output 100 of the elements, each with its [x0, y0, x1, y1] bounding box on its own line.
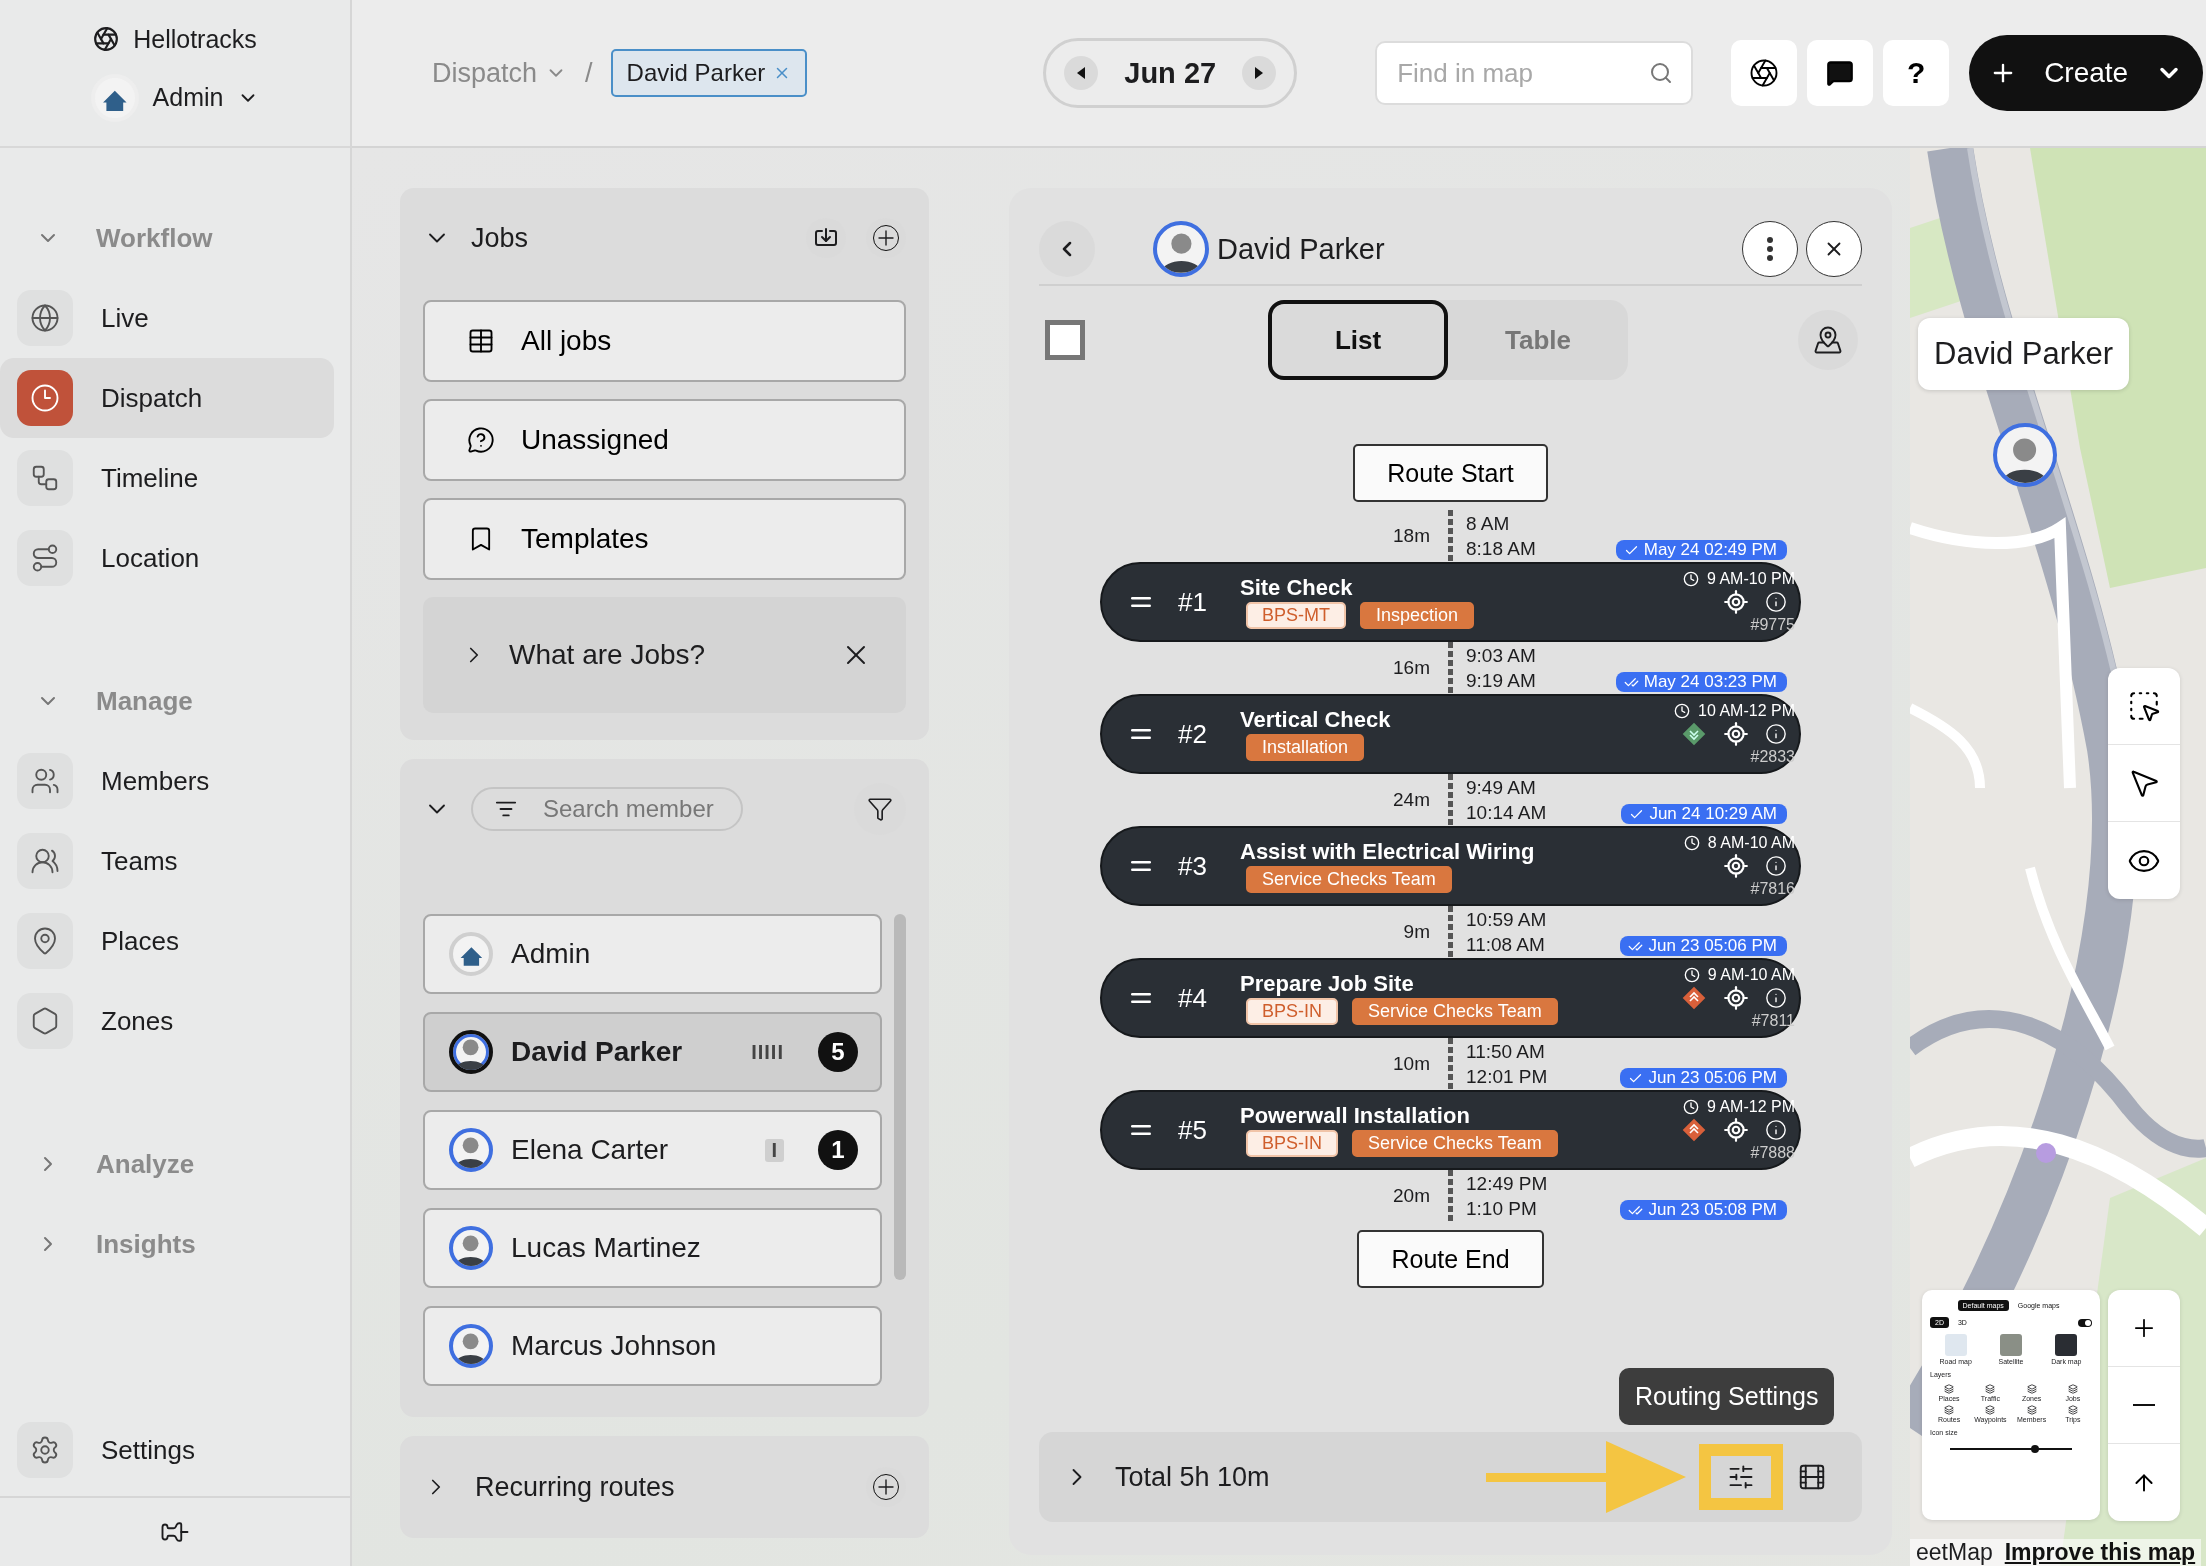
account-name[interactable]: Admin	[152, 83, 224, 112]
globe-icon	[30, 303, 60, 333]
help-text: What are Jobs?	[509, 639, 707, 671]
aperture-icon	[1749, 58, 1780, 88]
route-start-button[interactable]: Route Start	[1353, 444, 1548, 502]
nav-item[interactable]: Settings	[0, 1410, 334, 1490]
breadcrumb-separator: /	[585, 57, 593, 89]
travel-duration: 18m	[1392, 525, 1431, 547]
depart-time: 12:49 PM	[1466, 1171, 1548, 1196]
slider-thumb[interactable]	[2031, 1445, 2040, 1453]
member-card[interactable]: Elena Carter I 1	[423, 1110, 882, 1190]
date-label[interactable]: Jun 27	[1124, 56, 1217, 90]
job-title: Assist with Electrical Wiring	[1240, 839, 1536, 865]
job-card[interactable]: #2 Vertical Check Installation 10 AM-12 PM #2833	[1100, 694, 1801, 774]
job-bars: IIIII	[751, 1040, 784, 1064]
toggle[interactable]	[2078, 1318, 2092, 1327]
layer-icon[interactable]	[2026, 1405, 2037, 1415]
travel-duration: 9m	[1402, 921, 1431, 943]
nav-item[interactable]: Dispatch	[0, 358, 334, 438]
locate-icon[interactable]	[1723, 589, 1749, 615]
time-window: 9 AM-10 AM	[1707, 966, 1795, 984]
view-tab[interactable]: List	[1268, 300, 1448, 380]
clock-icon	[30, 383, 60, 413]
arrive-time: 11:08 AM	[1466, 932, 1545, 957]
jobs-link[interactable]: Unassigned	[423, 399, 906, 481]
clock-icon	[1683, 835, 1700, 851]
style-thumbnail[interactable]	[2055, 1334, 2078, 1356]
style-thumbnail[interactable]	[1944, 1334, 1967, 1356]
sliders-icon[interactable]	[1727, 1463, 1755, 1491]
previous-day-button[interactable]	[1064, 56, 1099, 90]
travel-duration: 20m	[1392, 1185, 1431, 1207]
style-thumbnail[interactable]	[2000, 1334, 2022, 1356]
film-icon[interactable]	[1797, 1462, 1827, 1492]
member-name: Marcus Johnson	[511, 1330, 718, 1362]
job-id: #7811	[1751, 1012, 1795, 1030]
member-card[interactable]: Admin	[423, 914, 882, 994]
nav-item[interactable]: Location	[0, 518, 334, 598]
job-card[interactable]: #1 Site Check BPS-MT Inspection 9 AM-10 PM #9775	[1100, 562, 1801, 642]
zone-icon	[30, 1006, 60, 1036]
scrollbar[interactable]	[894, 914, 906, 1280]
layer-icon[interactable]	[2067, 1384, 2078, 1394]
recurring-routes-panel[interactable]: Recurring routes	[400, 1436, 929, 1538]
chat-button[interactable]	[1807, 40, 1874, 106]
map-pin-label: David Parker	[1918, 318, 2130, 390]
next-day-button[interactable]	[1242, 56, 1277, 90]
member-name: Lucas Martinez	[511, 1232, 702, 1264]
question-icon	[467, 426, 495, 454]
more-button[interactable]	[1742, 221, 1798, 277]
job-number: #1	[1178, 586, 1208, 618]
layer-icon[interactable]	[1944, 1405, 1955, 1415]
job-id: #2833	[1750, 748, 1795, 766]
layer-icon[interactable]	[2026, 1384, 2037, 1394]
job-count: 5	[818, 1032, 858, 1072]
locate-icon[interactable]	[1723, 721, 1749, 747]
member-card[interactable]: David Parker IIIII 5	[423, 1012, 882, 1092]
member-card[interactable]: Marcus Johnson	[423, 1306, 882, 1386]
nav-item[interactable]: Members	[0, 741, 334, 821]
job-title: Site Check	[1240, 575, 1354, 601]
create-button[interactable]: Create	[1969, 35, 2204, 111]
close-button[interactable]	[1806, 221, 1862, 277]
job-card[interactable]: #4 Prepare Job Site BPS-IN Service Checks Team 9 AM-10 AM #7811	[1100, 958, 1801, 1038]
clock-icon	[1683, 967, 1700, 983]
member-card[interactable]: Lucas Martinez	[423, 1208, 882, 1288]
route-end-button[interactable]: Route End	[1357, 1230, 1544, 1288]
select-all-checkbox[interactable]	[1045, 320, 1085, 360]
info-icon[interactable]	[1765, 987, 1787, 1009]
info-icon[interactable]	[1765, 1119, 1787, 1141]
nav-item[interactable]: Timeline	[0, 438, 334, 518]
assistant-button[interactable]	[1731, 40, 1798, 106]
job-card[interactable]: #3 Assist with Electrical Wiring Service Checks Team 8 AM-10 AM #7816	[1100, 826, 1801, 906]
jobs-link[interactable]: Templates	[423, 498, 906, 580]
info-icon[interactable]	[1765, 591, 1787, 613]
job-id: #7816	[1750, 880, 1795, 898]
completion-stamp: May 24 03:23 PM	[1615, 672, 1787, 692]
time-window: 9 AM-12 PM	[1706, 1098, 1795, 1116]
help-card[interactable]: What are Jobs?	[423, 597, 906, 713]
funnel-icon	[867, 796, 893, 822]
jobs-link[interactable]: All jobs	[423, 300, 906, 382]
nav-item[interactable]: Places	[0, 901, 334, 981]
layer-icon[interactable]	[1944, 1384, 1955, 1394]
help-button[interactable]: ?	[1883, 40, 1950, 106]
info-icon[interactable]	[1765, 855, 1787, 877]
nav-item[interactable]: Zones	[0, 981, 334, 1061]
job-count: 1	[818, 1130, 858, 1170]
layer-icon[interactable]	[2067, 1405, 2078, 1415]
depart-time: 11:50 AM	[1466, 1039, 1545, 1064]
nav-item[interactable]: Live	[0, 278, 334, 358]
member-chip[interactable]: David Parker	[610, 49, 808, 97]
job-number: #3	[1178, 850, 1208, 882]
info-icon[interactable]	[1765, 723, 1787, 745]
locate-icon[interactable]	[1723, 1117, 1749, 1143]
improve-map-link[interactable]: Improve this map	[2004, 1539, 2196, 1566]
nav-item[interactable]: Teams	[0, 821, 334, 901]
job-card[interactable]: #5 Powerwall Installation BPS-IN Service Checks Team 9 AM-12 PM #7888	[1100, 1090, 1801, 1170]
map-search-field[interactable]: Find in map	[1375, 41, 1694, 105]
layer-icon[interactable]	[1985, 1405, 1996, 1415]
layer-icon[interactable]	[1985, 1384, 1996, 1394]
locate-icon[interactable]	[1723, 985, 1749, 1011]
member-search-field[interactable]: Search member	[471, 787, 743, 831]
locate-icon[interactable]	[1723, 853, 1749, 879]
